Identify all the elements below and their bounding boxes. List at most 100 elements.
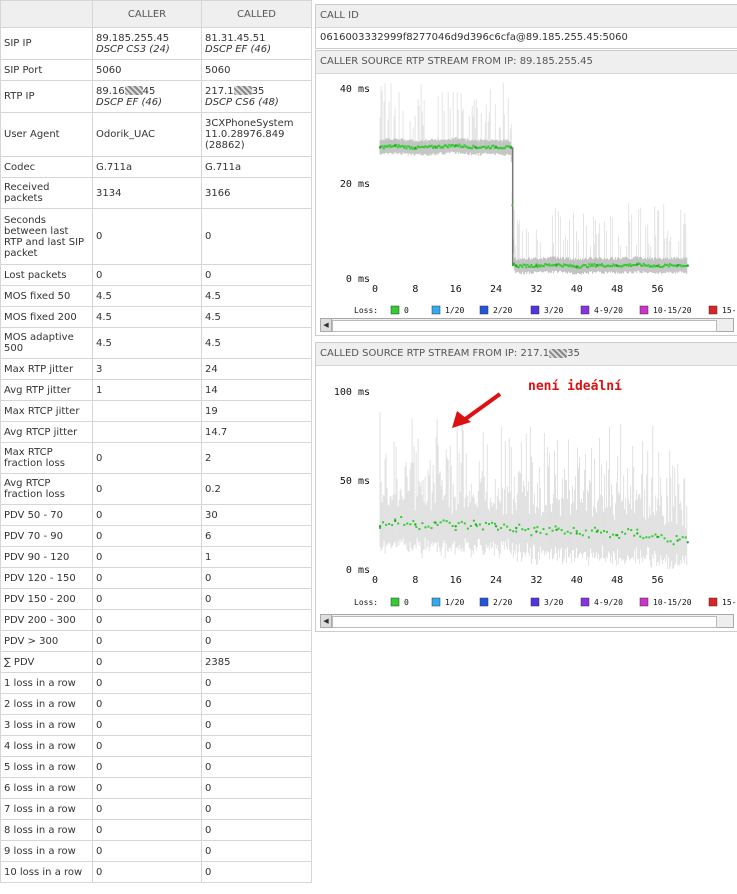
data-point — [575, 532, 578, 535]
masked-ip-fragment — [124, 86, 143, 95]
row-label: Lost packets — [0, 264, 93, 286]
caller-text: 0 — [96, 761, 103, 773]
call-id-panel: CALL ID 0616003332999f8277046d9d396c6cfa… — [315, 4, 737, 49]
called-value: 0 — [201, 714, 312, 736]
median-point — [530, 534, 533, 537]
called-chart-scrollbar[interactable]: ◀ — [320, 614, 734, 628]
scroll-left-arrow[interactable]: ◀ — [321, 615, 332, 627]
caller-value — [92, 421, 202, 443]
x-tick-label: 8 — [412, 284, 418, 295]
stats-row: Lost packets 0 0 — [0, 264, 312, 286]
median-point — [569, 532, 572, 535]
stats-row: User Agent Odorik_UAC 3CXPhoneSystem 11.0.… — [0, 112, 312, 157]
stats-table: CALLER CALLED SIP IP 89.185.255.45 DSCP CS… — [0, 0, 312, 883]
caller-text: 0 — [96, 824, 103, 836]
stats-row: ∑ PDV 0 2385 — [0, 651, 312, 673]
called-value: 2385 — [201, 651, 312, 673]
stats-row: SIP Port 5060 5060 — [0, 59, 312, 81]
stats-row: Max RTCP fraction loss 0 2 — [0, 442, 312, 474]
caller-value: 0 — [92, 588, 202, 610]
caller-chart-scrollbar[interactable]: ◀ — [320, 318, 734, 332]
median-point — [500, 527, 503, 530]
called-text: 19 — [205, 405, 218, 417]
called-text: 0 — [205, 719, 212, 731]
stats-row: Avg RTP jitter 1 14 — [0, 379, 312, 401]
data-point — [515, 526, 518, 530]
caller-dscp: DSCP CS3 (24) — [96, 43, 170, 55]
scroll-left-arrow[interactable]: ◀ — [321, 319, 332, 331]
caller-text: 0 — [96, 782, 103, 794]
called-value: 5060 — [201, 59, 312, 81]
data-point — [378, 525, 382, 528]
called-value: 81.31.45.51 DSCP EF (46) — [201, 27, 312, 60]
called-text: G.711a — [205, 161, 242, 173]
data-point — [454, 525, 457, 528]
caller-text: 0 — [96, 698, 103, 710]
caller-value: 5060 — [92, 59, 202, 81]
median-point — [430, 527, 433, 530]
median-point — [484, 521, 487, 524]
row-label: Avg RTCP jitter — [0, 421, 93, 443]
scrollbar-thumb[interactable] — [332, 616, 717, 628]
median-point — [430, 144, 433, 147]
median-point — [628, 263, 631, 266]
row-label: Avg RTP jitter — [0, 379, 93, 401]
called-text: 0 — [205, 677, 212, 689]
data-point — [494, 145, 498, 149]
called-value: 6 — [201, 525, 312, 547]
called-value: 0 — [201, 609, 312, 631]
legend-swatch — [708, 597, 718, 607]
stats-row: 3 loss in a row 0 0 — [0, 714, 312, 736]
median-point — [599, 531, 602, 534]
called-value: 24 — [201, 358, 312, 380]
median-point — [672, 543, 675, 546]
x-tick-label: 40 — [571, 284, 583, 295]
median-point — [525, 266, 528, 269]
annotation-arrow-shaft — [462, 392, 502, 422]
median-point — [588, 263, 591, 266]
median-point — [415, 525, 418, 528]
called-text: 0 — [205, 803, 212, 815]
data-point — [686, 541, 689, 544]
median-point — [590, 529, 593, 532]
caller-text: 0 — [96, 656, 103, 668]
called-text: 0 — [205, 593, 212, 605]
row-label: 10 loss in a row — [0, 861, 93, 883]
legend-label: 10-15/20 — [653, 306, 692, 315]
called-text: 0 — [205, 572, 212, 584]
median-point — [385, 523, 388, 526]
median-point — [490, 147, 493, 150]
median-point — [400, 516, 403, 519]
called-text: 30 — [205, 509, 218, 521]
caller-value — [92, 400, 202, 422]
median-point — [524, 529, 527, 532]
median-point — [539, 531, 542, 534]
median-point — [593, 263, 596, 266]
row-label: Avg RTCP fraction loss — [0, 473, 93, 505]
row-label: Codec — [0, 156, 93, 178]
median-point — [533, 526, 536, 529]
median-point — [654, 533, 657, 536]
caller-text: 0 — [96, 269, 103, 281]
stats-row: 8 loss in a row 0 0 — [0, 819, 312, 841]
called-header-ip-suffix: 35 — [567, 348, 580, 359]
scrollbar-thumb[interactable] — [332, 320, 717, 332]
data-point — [615, 264, 619, 267]
row-label: Seconds between last RTP and last SIP pa… — [0, 208, 93, 265]
caller-text: 4.5 — [96, 311, 112, 323]
data-point — [676, 539, 679, 542]
median-point — [645, 536, 648, 539]
data-point — [434, 145, 437, 149]
caller-text: 0 — [96, 803, 103, 815]
median-point — [421, 522, 424, 525]
median-point — [536, 526, 539, 529]
stats-row: 2 loss in a row 0 0 — [0, 693, 312, 715]
caller-value: 0 — [92, 442, 202, 474]
stats-row: MOS fixed 200 4.5 4.5 — [0, 306, 312, 328]
median-point — [639, 535, 642, 538]
caller-value: G.711a — [92, 156, 202, 178]
median-point — [633, 534, 636, 537]
caller-text: 0 — [96, 593, 103, 605]
data-point — [555, 528, 558, 532]
caller-text: 4.5 — [96, 290, 112, 302]
